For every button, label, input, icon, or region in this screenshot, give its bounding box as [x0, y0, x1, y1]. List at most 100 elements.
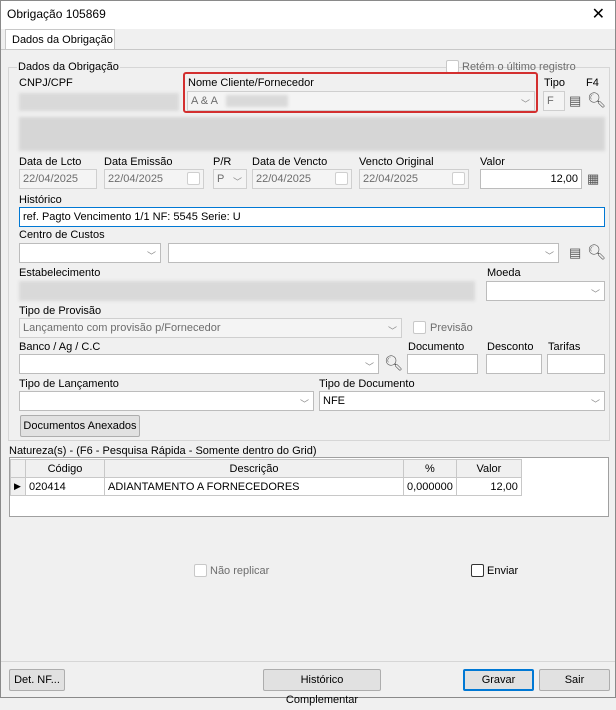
tipo-provisao-label: Tipo de Provisão	[19, 305, 102, 317]
group-title: Dados da Obrigação	[17, 61, 120, 73]
vencto-original-label: Vencto Original	[359, 156, 434, 168]
pr-value: P	[217, 173, 225, 185]
f4-label: F4	[586, 77, 599, 89]
tipo-lancamento-label: Tipo de Lançamento	[19, 378, 119, 390]
tipo-documento-select[interactable]: NFE ﹀	[319, 391, 605, 411]
det-nf-button[interactable]: Det. NF...	[9, 669, 65, 691]
desconto-label: Desconto	[487, 341, 534, 353]
pr-select[interactable]: P ﹀	[213, 169, 247, 189]
historico-complementar-button[interactable]: Histórico Complementar	[263, 669, 381, 706]
tipo-documento-label: Tipo de Documento	[319, 378, 415, 390]
cnpj-label: CNPJ/CPF	[19, 77, 73, 89]
tarifas-label: Tarifas	[548, 341, 581, 353]
tab-divider	[1, 49, 615, 50]
row-indicator-header	[10, 459, 26, 478]
tarifas-input[interactable]	[547, 354, 605, 374]
centro-custos-desc-select[interactable]: ﹀	[168, 243, 559, 263]
search-icon[interactable]: 🔍︎	[587, 91, 606, 109]
calendar-icon[interactable]	[335, 172, 348, 185]
centro-custos-code-select[interactable]: ﹀	[19, 243, 161, 263]
list-icon[interactable]: ▤	[569, 245, 581, 261]
nao-replicar-label: Não replicar	[210, 565, 270, 577]
chevron-down-icon: ﹀	[520, 99, 530, 109]
tab-dados-obrigacao[interactable]: Dados da Obrigação	[5, 29, 115, 49]
address-field	[19, 117, 605, 151]
vencto-original-field[interactable]: 22/04/2025	[359, 169, 469, 189]
table-row[interactable]: ▶ 020414 ADIANTAMENTO A FORNECEDORES 0,0…	[10, 477, 522, 496]
sair-button[interactable]: Sair	[539, 669, 610, 691]
documento-label: Documento	[408, 341, 465, 353]
chevron-down-icon: ﹀	[544, 251, 554, 261]
natureza-title: Natureza(s) - (F6 - Pesquisa Rápida - So…	[9, 445, 317, 457]
list-icon[interactable]: ▤	[569, 93, 581, 109]
calendar-icon[interactable]	[452, 172, 465, 185]
chevron-down-icon: ﹀	[590, 399, 600, 409]
data-emissao-field[interactable]: 22/04/2025	[104, 169, 204, 189]
estabelecimento-field[interactable]	[19, 281, 475, 301]
moeda-select[interactable]: ﹀	[486, 281, 605, 301]
documento-input[interactable]	[407, 354, 478, 374]
tipo-provisao-value: Lançamento com provisão p/Fornecedor	[23, 322, 221, 334]
estabelecimento-label: Estabelecimento	[19, 267, 101, 279]
col-codigo[interactable]: Código	[25, 459, 105, 478]
tipo-field[interactable]: F	[543, 91, 565, 111]
nome-blur	[226, 95, 288, 107]
chevron-down-icon: ﹀	[364, 362, 374, 372]
data-emissao-value: 22/04/2025	[108, 173, 164, 185]
cell-pct[interactable]: 0,000000	[403, 477, 457, 496]
dialog-window: Obrigação 105869 ✕ Dados da Obrigação Da…	[0, 0, 616, 706]
valor-label: Valor	[480, 156, 505, 168]
tipo-lancamento-select[interactable]: ﹀	[19, 391, 314, 411]
chevron-down-icon: ﹀	[387, 326, 397, 336]
moeda-label: Moeda	[487, 267, 521, 279]
banco-select[interactable]: ﹀	[19, 354, 379, 374]
cell-codigo[interactable]: 020414	[25, 477, 105, 496]
enviar-checkbox[interactable]	[471, 564, 484, 577]
pr-label: P/R	[213, 156, 232, 168]
cnpj-field[interactable]	[19, 93, 179, 111]
data-lcto-field[interactable]: 22/04/2025	[19, 169, 97, 189]
calculator-icon[interactable]: ▦	[587, 171, 599, 187]
enviar-label: Enviar	[487, 565, 519, 577]
tipo-documento-value: NFE	[323, 395, 345, 407]
nome-cliente-select[interactable]: A & A ﹀	[187, 91, 535, 111]
data-vencto-value: 22/04/2025	[256, 173, 312, 185]
gravar-button[interactable]: Gravar	[463, 669, 534, 691]
tipo-provisao-select[interactable]: Lançamento com provisão p/Fornecedor ﹀	[19, 318, 402, 338]
data-vencto-label: Data de Vencto	[252, 156, 328, 168]
historico-label: Histórico	[19, 194, 62, 206]
valor-value: 12,00	[550, 173, 578, 185]
calendar-icon[interactable]	[187, 172, 200, 185]
natureza-table: Código Descrição % Valor ▶ 020414 ADIANT…	[10, 459, 522, 496]
col-pct[interactable]: %	[403, 459, 457, 478]
col-valor[interactable]: Valor	[455, 459, 522, 478]
data-vencto-field[interactable]: 22/04/2025	[252, 169, 352, 189]
previsao-checkbox[interactable]	[413, 321, 426, 334]
natureza-header-row: Código Descrição % Valor	[10, 459, 522, 478]
close-icon[interactable]: ✕	[592, 4, 605, 24]
chevron-down-icon: ﹀	[299, 399, 309, 409]
data-emissao-label: Data Emissão	[104, 156, 173, 168]
tipo-value: F	[547, 95, 554, 107]
chevron-down-icon: ﹀	[232, 177, 242, 187]
banco-label: Banco / Ag / C.C	[19, 341, 101, 353]
desconto-input[interactable]	[486, 354, 542, 374]
tipo-label: Tipo	[544, 77, 565, 89]
vencto-original-value: 22/04/2025	[363, 173, 419, 185]
cell-descricao[interactable]: ADIANTAMENTO A FORNECEDORES	[104, 477, 404, 496]
data-lcto-value: 22/04/2025	[23, 173, 79, 185]
valor-field[interactable]: 12,00	[480, 169, 582, 189]
chevron-down-icon: ﹀	[146, 251, 156, 261]
row-pointer-icon: ▶	[10, 477, 26, 496]
col-descricao[interactable]: Descrição	[104, 459, 404, 478]
historico-input[interactable]: ref. Pagto Vencimento 1/1 NF: 5545 Serie…	[19, 207, 605, 227]
previsao-label: Previsão	[430, 322, 473, 334]
chevron-down-icon: ﹀	[590, 289, 600, 299]
nome-value: A & A	[191, 95, 218, 107]
search-icon[interactable]: 🔍︎	[384, 354, 403, 372]
cell-valor[interactable]: 12,00	[455, 477, 522, 496]
nao-replicar-checkbox[interactable]	[194, 564, 207, 577]
documentos-anexados-button[interactable]: Documentos Anexados	[20, 415, 140, 437]
search-icon[interactable]: 🔍︎	[587, 243, 606, 261]
centro-custos-label: Centro de Custos	[19, 229, 105, 241]
